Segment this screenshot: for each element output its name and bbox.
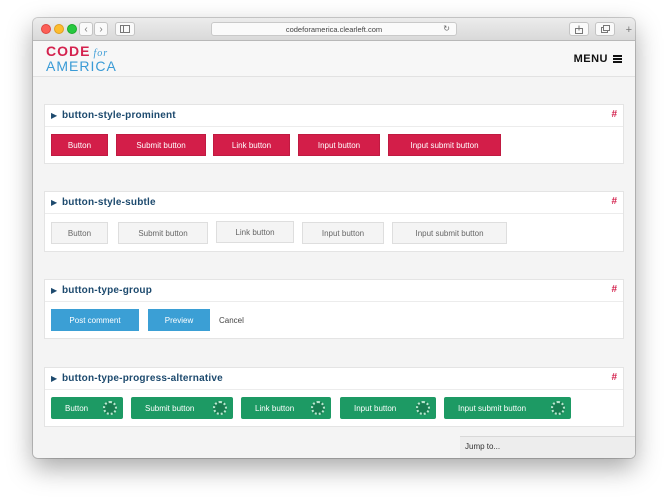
new-tab-icon[interactable]: +	[626, 24, 632, 36]
button-label: Button	[65, 403, 89, 413]
share-button[interactable]	[569, 22, 589, 36]
section-header[interactable]: ▶ button-style-prominent #	[45, 105, 623, 127]
menu-label: MENU	[573, 53, 608, 65]
prominent-submit-button[interactable]: Submit button	[116, 134, 206, 156]
disclosure-triangle-icon: ▶	[51, 374, 58, 383]
disclosure-triangle-icon: ▶	[51, 286, 58, 295]
spinner-icon	[103, 401, 117, 415]
permalink-hash[interactable]: #	[611, 109, 617, 120]
browser-window: ‹ › codeforamerica.clearleft.com ↻ + COD…	[33, 18, 635, 458]
jump-to-select[interactable]: Jump to...	[460, 436, 635, 458]
sidebar-icon	[120, 25, 130, 33]
share-icon	[575, 25, 583, 34]
progress-input-submit-button[interactable]: Input submit button	[444, 397, 571, 419]
spinner-icon	[551, 401, 565, 415]
address-bar[interactable]: codeforamerica.clearleft.com ↻	[211, 22, 457, 36]
back-button[interactable]: ‹	[79, 22, 93, 36]
button-label: Input button	[354, 403, 397, 413]
logo-america: AMERICA	[46, 58, 117, 74]
code-for-america-logo[interactable]: CODE for AMERICA	[46, 43, 117, 74]
prominent-button[interactable]: Button	[51, 134, 108, 156]
prominent-link-button[interactable]: Link button	[213, 134, 290, 156]
web-page: CODE for AMERICA MENU ▶ button-style-prom…	[33, 41, 635, 458]
section-title: button-style-subtle	[62, 197, 156, 208]
permalink-hash[interactable]: #	[611, 284, 617, 295]
progress-input-button[interactable]: Input button	[340, 397, 436, 419]
button-label: Submit button	[145, 403, 195, 413]
section-title: button-type-group	[62, 285, 153, 296]
subtle-input-submit-button[interactable]: Input submit button	[392, 222, 507, 244]
subtle-input-button[interactable]: Input button	[302, 222, 384, 244]
hamburger-icon	[613, 55, 622, 63]
preview-button[interactable]: Preview	[148, 309, 210, 331]
site-header: CODE for AMERICA MENU	[33, 41, 635, 77]
subtle-submit-button[interactable]: Submit button	[118, 222, 208, 244]
permalink-hash[interactable]: #	[611, 196, 617, 207]
reload-icon[interactable]: ↻	[443, 24, 450, 33]
section-header[interactable]: ▶ button-type-group #	[45, 280, 623, 302]
disclosure-triangle-icon: ▶	[51, 111, 58, 120]
pattern-section-progress: ▶ button-type-progress-alternative # But…	[44, 367, 624, 427]
minimize-window-button[interactable]	[54, 24, 64, 34]
section-title: button-style-prominent	[62, 110, 176, 121]
forward-button[interactable]: ›	[94, 22, 108, 36]
spinner-icon	[416, 401, 430, 415]
subtle-button[interactable]: Button	[51, 222, 108, 244]
section-header[interactable]: ▶ button-type-progress-alternative #	[45, 368, 623, 390]
subtle-link-button[interactable]: Link button	[216, 221, 294, 243]
pattern-section-prominent: ▶ button-style-prominent # Button Submit…	[44, 104, 624, 164]
progress-submit-button[interactable]: Submit button	[131, 397, 233, 419]
spinner-icon	[213, 401, 227, 415]
browser-titlebar: ‹ › codeforamerica.clearleft.com ↻ +	[33, 18, 635, 41]
logo-code: CODE	[46, 43, 91, 59]
post-comment-button[interactable]: Post comment	[51, 309, 139, 331]
tabs-button[interactable]	[595, 22, 615, 36]
chevron-left-icon: ‹	[84, 23, 88, 35]
section-title: button-type-progress-alternative	[62, 373, 223, 384]
tabs-icon	[600, 25, 610, 33]
prominent-input-submit-button[interactable]: Input submit button	[388, 134, 501, 156]
pattern-section-subtle: ▶ button-style-subtle # Button Submit bu…	[44, 191, 624, 252]
disclosure-triangle-icon: ▶	[51, 198, 58, 207]
sidebar-button[interactable]	[115, 22, 135, 36]
cancel-link[interactable]: Cancel	[219, 316, 244, 325]
menu-button[interactable]: MENU	[574, 53, 622, 65]
section-header[interactable]: ▶ button-style-subtle #	[45, 192, 623, 214]
pattern-section-group: ▶ button-type-group # Post comment Previ…	[44, 279, 624, 339]
button-label: Input submit button	[458, 403, 527, 413]
zoom-window-button[interactable]	[67, 24, 77, 34]
progress-button[interactable]: Button	[51, 397, 123, 419]
close-window-button[interactable]	[41, 24, 51, 34]
chevron-right-icon: ›	[99, 23, 103, 35]
permalink-hash[interactable]: #	[611, 372, 617, 383]
progress-link-button[interactable]: Link button	[241, 397, 331, 419]
spinner-icon	[311, 401, 325, 415]
prominent-input-button[interactable]: Input button	[298, 134, 380, 156]
button-label: Link button	[255, 403, 295, 413]
url-text: codeforamerica.clearleft.com	[285, 24, 383, 34]
